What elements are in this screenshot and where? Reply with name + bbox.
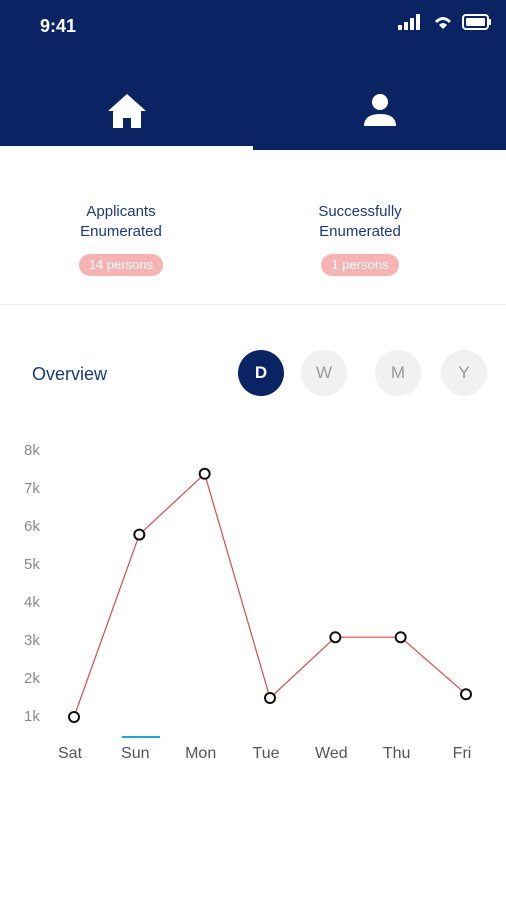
x-tick-label: Thu — [382, 745, 411, 762]
y-tick-label: 4k — [24, 594, 40, 611]
app-header: 9:41 — [0, 0, 506, 150]
status-icons — [398, 14, 492, 30]
status-time: 9:41 — [40, 16, 77, 36]
stat-label-line2: Enumerated — [80, 223, 162, 240]
user-icon — [363, 94, 396, 126]
data-point[interactable] — [198, 467, 211, 480]
overview-chart: 1k 2k 3k 4k 5k 6k 7k 8k Sat Sun Mon Tue Wed Thu Fri — [0, 420, 506, 780]
stat-applicants: Applicants Enumerated 14 persons — [21, 202, 221, 276]
x-tick-label: Wed — [315, 745, 348, 762]
y-tick-label: 5k — [24, 556, 40, 573]
x-tick-label: Tue — [252, 745, 280, 762]
battery-icon — [462, 14, 491, 30]
home-icon — [107, 94, 146, 128]
tab-profile[interactable] — [253, 92, 506, 147]
period-button-month[interactable]: M — [375, 350, 421, 396]
y-tick-label: 7k — [24, 480, 40, 497]
wifi-icon — [435, 17, 451, 29]
stat-badge: 14 persons — [78, 254, 164, 276]
period-button-week[interactable]: W — [301, 350, 347, 396]
y-tick-label: 3k — [24, 632, 40, 649]
data-point[interactable] — [133, 528, 146, 541]
overview-title: Overview — [32, 364, 108, 384]
period-button-day[interactable]: D — [238, 350, 284, 396]
x-tick-label: Sat — [57, 745, 83, 762]
signal-icon — [398, 14, 420, 30]
x-tick-label: Sun — [121, 745, 150, 762]
y-tick-label: 1k — [24, 708, 40, 725]
data-point[interactable] — [394, 631, 407, 644]
stat-label-line1: Successfully — [318, 203, 402, 220]
series-line — [73, 472, 467, 718]
data-point[interactable] — [460, 688, 472, 701]
data-point[interactable] — [329, 631, 342, 644]
stats-panel: Applicants Enumerated 14 persons Success… — [0, 150, 506, 305]
x-tick-label: Mon — [185, 745, 217, 762]
data-point[interactable] — [68, 711, 80, 723]
selected-day-indicator — [122, 736, 160, 738]
y-tick-label: 6k — [24, 518, 40, 535]
y-tick-label: 2k — [24, 670, 40, 687]
x-tick-label: Fri — [452, 745, 472, 762]
y-tick-label: 8k — [24, 442, 40, 459]
data-point[interactable] — [264, 692, 276, 704]
chart-canvas — [68, 467, 472, 723]
period-button-year[interactable]: Y — [441, 350, 487, 396]
stat-label-line1: Applicants — [86, 203, 156, 220]
tab-home[interactable] — [0, 92, 253, 147]
stat-label-line2: Enumerated — [319, 223, 401, 240]
stat-badge: 1 persons — [321, 254, 399, 276]
stat-successful: Successfully Enumerated 1 persons — [260, 202, 460, 276]
